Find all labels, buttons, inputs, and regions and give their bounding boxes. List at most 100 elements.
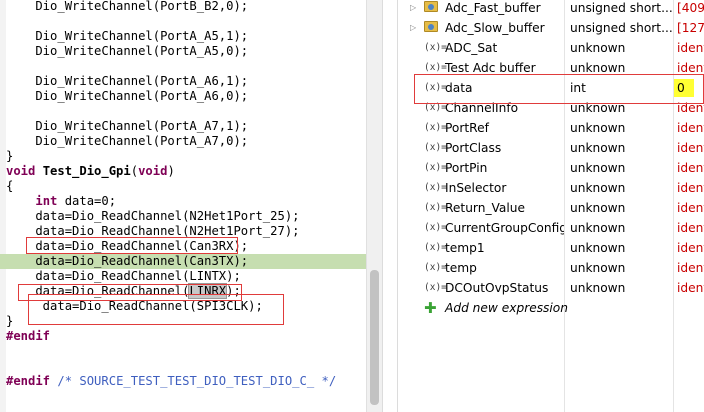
expression-value[interactable]: ident: [674, 178, 704, 198]
editor-scrollbar-thumb[interactable]: [370, 270, 379, 405]
code-line[interactable]: Dio_WriteChannel(PortA_A5,1);: [0, 29, 366, 44]
expression-name: PortClass: [445, 141, 502, 155]
expand-arrow-icon[interactable]: ▷: [410, 18, 416, 38]
expression-row[interactable]: (x)=temp1 unknown ident: [398, 238, 704, 258]
code-line[interactable]: [0, 104, 366, 119]
code-line[interactable]: data=Dio_ReadChannel(N2Het1Port_27);: [0, 224, 366, 239]
expression-row[interactable]: (x)=temp unknown ident: [398, 258, 704, 278]
selected-text[interactable]: LINRX: [188, 283, 228, 299]
expression-type: unknown: [570, 41, 626, 55]
expression-name: InSelector: [445, 181, 507, 195]
code-line[interactable]: data=Dio_ReadChannel(SPI3CLK);: [0, 299, 366, 314]
variable-icon: (x)=: [424, 242, 447, 253]
code-line[interactable]: int data=0;: [0, 194, 366, 209]
expression-value[interactable]: 0: [674, 79, 694, 97]
add-new-expression-row[interactable]: ✚ Add new expression: [398, 298, 704, 318]
code-line[interactable]: Dio_WriteChannel(PortA_A5,0);: [0, 44, 366, 59]
expression-name-cell: ▷ Adc_Slow_buffer: [398, 18, 564, 38]
code-line[interactable]: #endif /* SOURCE_TEST_TEST_DIO_TEST_DIO_…: [0, 374, 366, 389]
expression-name-cell: (x)= DCOutOvpStatus: [398, 278, 564, 298]
editor-vertical-scrollbar[interactable]: [366, 0, 382, 412]
expression-row[interactable]: (x)=ADC_Sat unknown ident: [398, 38, 704, 58]
code-line[interactable]: Dio_WriteChannel(PortA_A6,0);: [0, 89, 366, 104]
code-text: int data=0;: [35, 194, 117, 208]
expression-value[interactable]: ident: [674, 58, 704, 78]
expression-row[interactable]: (x)=PortClass unknown ident: [398, 138, 704, 158]
expressions-view[interactable]: ▷ Adc_Fast_buffer unsigned short...[4095 ▷ A…: [398, 0, 704, 412]
expression-value[interactable]: ident: [674, 158, 704, 178]
code-line[interactable]: Dio_WriteChannel(PortA_A7,1);: [0, 119, 366, 134]
code-line[interactable]: void Test_Dio_Gpi(void): [0, 164, 366, 179]
code-line[interactable]: Dio_WriteChannel(PortA_A6,1);: [0, 74, 366, 89]
code-line[interactable]: {: [0, 179, 366, 194]
variable-icon: (x)=: [424, 122, 447, 133]
expression-name: ChannelInfo: [445, 101, 519, 115]
expression-name: PortRef: [445, 121, 489, 135]
expression-value[interactable]: ident: [674, 138, 704, 158]
variable-icon: (x)=: [424, 82, 447, 93]
expression-value[interactable]: ident: [674, 38, 704, 58]
code-text: #endif: [6, 329, 51, 343]
expression-name-cell: (x)= temp: [398, 258, 564, 278]
expression-name: data: [445, 81, 473, 95]
expression-name-cell: (x)= temp1: [398, 238, 564, 258]
expression-row[interactable]: (x)=InSelector unknown ident: [398, 178, 704, 198]
expression-name-cell: (x)= ADC_Sat: [398, 38, 564, 58]
expression-name-cell: (x)= PortRef: [398, 118, 564, 138]
expression-value[interactable]: ident: [674, 118, 704, 138]
expression-value[interactable]: [127,: [674, 18, 704, 38]
code-text: }: [6, 314, 14, 328]
code-line[interactable]: Dio_WriteChannel(PortA_A7,0);: [0, 134, 366, 149]
expression-row[interactable]: ▷ Adc_Slow_buffer unsigned short...[127,: [398, 18, 704, 38]
code-text: Dio_WriteChannel(PortB_B2,0);: [6, 0, 249, 13]
code-line[interactable]: data=Dio_ReadChannel(Can3TX);: [0, 254, 366, 269]
expression-name-cell: (x)= CurrentGroupConfig: [398, 218, 564, 238]
expression-value[interactable]: ident: [674, 278, 704, 298]
expression-row[interactable]: ▷ Adc_Fast_buffer unsigned short...[4095: [398, 0, 704, 18]
code-line[interactable]: [0, 344, 366, 359]
code-line[interactable]: data=Dio_ReadChannel(LINTX);: [0, 269, 366, 284]
expression-value[interactable]: ident: [674, 98, 704, 118]
expression-type: unknown: [570, 161, 626, 175]
expression-type: unknown: [570, 101, 626, 115]
code-line[interactable]: data=Dio_ReadChannel(N2Het1Port_25);: [0, 209, 366, 224]
code-line[interactable]: #endif: [0, 329, 366, 344]
variable-icon: (x)=: [424, 222, 447, 233]
expression-row[interactable]: (x)= data int 0: [398, 78, 704, 98]
expression-value[interactable]: ident: [674, 258, 704, 278]
code-line[interactable]: [0, 59, 366, 74]
expression-value[interactable]: ident: [674, 218, 704, 238]
expression-row[interactable]: (x)=Test Adc buffer unknown ident: [398, 58, 704, 78]
expression-name-cell: (x)= PortPin: [398, 158, 564, 178]
code-editor[interactable]: Dio_WriteChannel(PortB_B2,0); Dio_WriteC…: [0, 0, 366, 412]
code-line[interactable]: }: [0, 314, 366, 329]
expression-type: unsigned short...: [570, 1, 673, 15]
code-line[interactable]: data=Dio_ReadChannel(Can3RX);: [0, 239, 366, 254]
expression-name-cell: (x)= ChannelInfo: [398, 98, 564, 118]
code-text: data=Dio_ReadChannel(SPI3CLK);: [6, 299, 263, 313]
pane-divider[interactable]: [382, 0, 398, 412]
code-text: Dio_WriteChannel(PortA_A5,1);: [6, 29, 249, 43]
expression-row[interactable]: (x)=ChannelInfo unknown ident: [398, 98, 704, 118]
code-line[interactable]: data=Dio_ReadChannel(LINRX);: [0, 283, 366, 299]
expression-row[interactable]: (x)=DCOutOvpStatus unknown ident: [398, 278, 704, 298]
expression-value[interactable]: ident: [674, 198, 704, 218]
expression-value[interactable]: ident: [674, 238, 704, 258]
expression-row[interactable]: (x)=PortPin unknown ident: [398, 158, 704, 178]
expression-row[interactable]: (x)=PortRef unknown ident: [398, 118, 704, 138]
code-line[interactable]: [0, 359, 366, 374]
code-line[interactable]: [0, 14, 366, 29]
expression-name: DCOutOvpStatus: [445, 281, 549, 295]
variable-icon: (x)=: [424, 142, 447, 153]
expression-row[interactable]: (x)=CurrentGroupConfig unknown ident: [398, 218, 704, 238]
code-line[interactable]: Dio_WriteChannel(PortB_B2,0);: [0, 0, 366, 14]
array-icon: [424, 21, 438, 32]
expression-row[interactable]: (x)=Return_Value unknown ident: [398, 198, 704, 218]
code-text: Dio_WriteChannel(PortA_A7,0);: [6, 134, 249, 148]
expression-name-cell: ▷ Adc_Fast_buffer: [398, 0, 564, 18]
code-text: data=Dio_ReadChannel(LINTX);: [6, 269, 241, 283]
code-line[interactable]: }: [0, 149, 366, 164]
expand-arrow-icon[interactable]: ▷: [410, 0, 416, 18]
expression-value[interactable]: [4095: [674, 0, 704, 18]
expression-name-cell: (x)= Test Adc buffer: [398, 58, 564, 78]
